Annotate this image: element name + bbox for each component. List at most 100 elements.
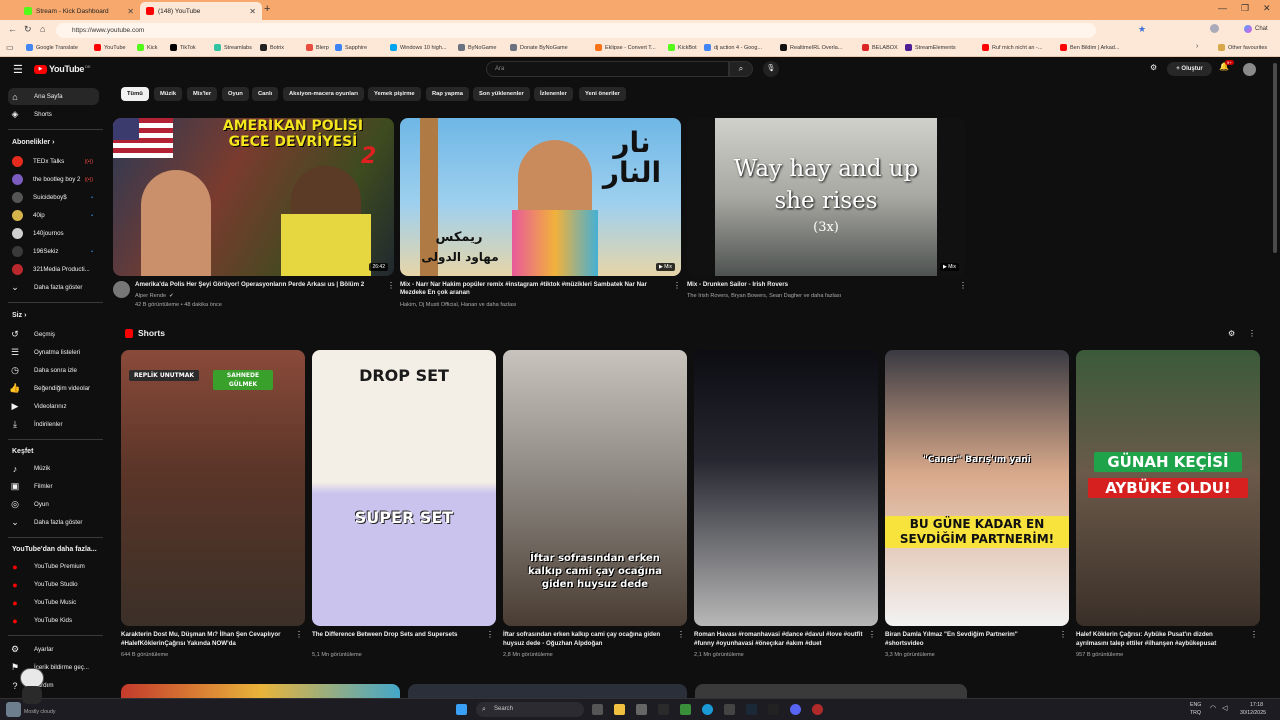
more-options-icon[interactable]: ⋮ (673, 281, 681, 290)
bookmark-item[interactable]: Sapphire (335, 44, 367, 51)
short-thumbnail[interactable]: "Caner" Barış'ım yani BU GÜNE KADAR EN SE… (885, 350, 1069, 626)
you-header[interactable]: Siz › (12, 312, 26, 319)
wifi-icon[interactable]: ◠ (1210, 704, 1216, 712)
filter-chip[interactable]: Yeni öneriler (579, 87, 626, 101)
sidebar-item-subscription[interactable]: 196Sekiz • (8, 243, 99, 260)
more-options-icon[interactable]: ⋮ (1250, 630, 1258, 639)
video-thumbnail-peek[interactable] (408, 684, 687, 698)
channel-name[interactable]: Alper Rende ✔ (135, 292, 174, 300)
more-options-icon[interactable]: ⋮ (959, 281, 967, 290)
sidebar-item-subscription[interactable]: 321Media Producti... (8, 261, 99, 278)
keyboard-indicator[interactable]: TRQ (1190, 710, 1201, 716)
bookmark-item[interactable]: KickBot (668, 44, 697, 51)
more-options-icon[interactable]: ⋮ (295, 630, 303, 639)
sidebar-item-subscription[interactable]: 140journos (8, 225, 99, 242)
filter-chip[interactable]: Mix'ler (187, 87, 218, 101)
filter-chip[interactable]: Rap yapma (426, 87, 469, 101)
menu-hamburger-icon[interactable]: ☰ (13, 63, 23, 76)
sidebar-item-explore[interactable]: ♪ Müzik (8, 460, 99, 477)
obs-icon[interactable] (812, 704, 823, 715)
page-scrollbar[interactable] (1270, 57, 1280, 698)
scrollbar-thumb[interactable] (1273, 63, 1277, 253)
short-title[interactable]: Roman Havası #romanhavasi #dance #davul … (694, 630, 864, 648)
short-title[interactable]: Karakterin Dost Mu, Düşman Mı? İlhan Şen… (121, 630, 291, 648)
task-view-icon[interactable] (592, 704, 603, 715)
short-thumbnail[interactable]: DROP SET SUPER SET (312, 350, 496, 626)
video-thumbnail-2[interactable]: نار النار ريمكس مهاود الدولى ▶ Mix (400, 118, 681, 276)
bookmark-item[interactable]: Botrix (260, 44, 284, 51)
video-thumbnail-3[interactable]: Way hay and up she rises (3x) ▶ Mix (687, 118, 965, 276)
bookmark-item[interactable]: RealtimeIRL Overla... (780, 44, 842, 51)
discord-icon[interactable] (790, 704, 801, 715)
clock-time[interactable]: 17:18 (1250, 702, 1263, 708)
chevron-right-icon[interactable]: › (1196, 43, 1198, 50)
app-icon[interactable] (724, 704, 735, 715)
voice-search-button[interactable]: 🎙 (763, 61, 779, 77)
filter-chip[interactable]: Yemek pişirme (368, 87, 421, 101)
video-title[interactable]: Amerika'da Polis Her Şeyi Görüyor! Opera… (135, 281, 385, 289)
bookmark-item[interactable]: Kick (137, 44, 157, 51)
short-thumbnail[interactable] (694, 350, 878, 626)
video-thumbnail-1[interactable]: AMERİKAN POLİSİ GECE DEVRİYESİ 2 26:42 (113, 118, 394, 276)
close-tab-icon[interactable]: ✕ (249, 7, 256, 16)
video-title[interactable]: Mix - Drunken Sailor - Irish Rovers (687, 281, 952, 289)
short-title[interactable]: Biran Damla Yılmaz "En Sevdiğim Partneri… (885, 630, 1055, 648)
sidebar-item-subscription[interactable]: the bootleg boy 2 ((•)) (8, 171, 99, 188)
search-button[interactable]: ⌕ (729, 61, 753, 77)
volume-icon[interactable]: ◁ (1222, 704, 1227, 712)
filter-chip[interactable]: Canlı (252, 87, 279, 101)
cast-icon[interactable]: ⚙ (1150, 63, 1157, 72)
app-icon[interactable] (680, 704, 691, 715)
bookmark-item[interactable]: Ben Bildim | Arkad... (1060, 44, 1119, 51)
sidebar-item-explore[interactable]: ⌄ Daha fazla göster (8, 514, 99, 531)
bookmark-item[interactable]: dj action 4 - Goog... (704, 44, 762, 51)
short-title[interactable]: İftar sofrasından erken kalkıp cami çay … (503, 630, 673, 648)
sidebar-item-subscription[interactable]: 40ip • (8, 207, 99, 224)
app-icon[interactable] (768, 704, 779, 715)
youtube-logo[interactable]: ▶ YouTube DE (34, 64, 91, 74)
new-tab-button[interactable]: + (264, 3, 270, 15)
account-avatar[interactable] (1243, 63, 1256, 76)
bookmark-item[interactable]: YouTube (94, 44, 126, 51)
steam-icon[interactable] (746, 704, 757, 715)
bookmark-item[interactable]: StreamElements (905, 44, 956, 51)
explore-header[interactable]: Keşfet (12, 448, 33, 455)
sidebar-item-you[interactable]: 👍 Beğendiğim videolar (8, 380, 99, 397)
channel-avatar[interactable] (113, 281, 130, 298)
sidebar-item-you[interactable]: ▶ Videolarınız (8, 398, 99, 415)
file-explorer-icon[interactable] (614, 704, 625, 715)
sidebar-item-product[interactable]: ● YouTube Kids (8, 612, 99, 629)
back-icon[interactable]: ← (8, 24, 17, 34)
short-title[interactable]: The Difference Between Drop Sets and Sup… (312, 630, 482, 639)
filter-chip[interactable]: Son yüklenenler (473, 87, 530, 101)
bookmark-item[interactable]: Windows 10 high... (390, 44, 446, 51)
favorite-star-icon[interactable]: ★ (1138, 24, 1146, 35)
sidebar-item-shorts[interactable]: ◈ Shorts (8, 106, 99, 123)
bookmark-item[interactable]: TikTok (170, 44, 196, 51)
shorts-settings-icon[interactable]: ⚙ (1228, 329, 1235, 338)
sidebar-item-show-more[interactable]: ⌄ Daha fazla göster (8, 279, 99, 296)
video-title[interactable]: Mix - Narr Nar Hakim popüler remix #inst… (400, 281, 670, 297)
bookmark-item[interactable]: ByNoGame (458, 44, 496, 51)
short-thumbnail[interactable]: İftar sofrasından erken kalkıp cami çay … (503, 350, 687, 626)
video-thumbnail-peek[interactable] (121, 684, 400, 698)
sidebar-item-product[interactable]: ● YouTube Premium (8, 558, 99, 575)
filter-chip[interactable]: İzlenenler (534, 87, 573, 101)
sidebar-item-settings[interactable]: ⚙ Ayarlar (8, 641, 99, 658)
sidebar-item-you[interactable]: ↺ Geçmiş (8, 326, 99, 343)
filter-chip[interactable]: Oyun (222, 87, 249, 101)
bookmark-item[interactable]: Google Translate (26, 44, 78, 51)
edge-icon[interactable] (702, 704, 713, 715)
close-window-icon[interactable]: ✕ (1263, 3, 1271, 14)
short-thumbnail[interactable]: GÜNAH KEÇİSİ AYBÜKE OLDU! (1076, 350, 1260, 626)
sidebar-item-home[interactable]: ⌂ Ana Sayfa (8, 88, 99, 105)
more-from-youtube-header[interactable]: YouTube'dan daha fazla... (12, 546, 97, 553)
sidebar-item-you[interactable]: ◷ Daha sonra izle (8, 362, 99, 379)
subscriptions-header[interactable]: Abonelikler › (12, 139, 54, 146)
search-input[interactable]: Ara (486, 61, 729, 77)
copilot-chat-button[interactable]: Chat (1244, 25, 1268, 33)
tab-kick-dashboard[interactable]: Stream - Kick Dashboard ✕ (18, 2, 140, 20)
sidebar-item-you[interactable]: ⤓ İndirilenler (8, 416, 99, 433)
more-options-icon[interactable]: ⋮ (868, 630, 876, 639)
more-options-icon[interactable]: ⋮ (1059, 630, 1067, 639)
